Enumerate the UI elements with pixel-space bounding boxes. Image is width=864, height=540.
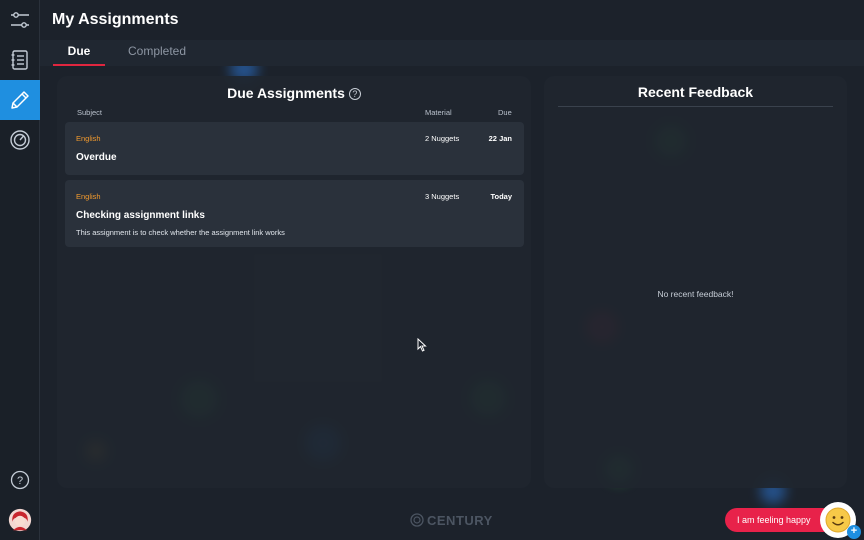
assignment-subject: English [76, 192, 101, 201]
pencil-icon [11, 91, 29, 109]
due-assignments-heading: Due Assignments [227, 85, 345, 101]
assignment-card[interactable]: English 2 Nuggets 22 Jan Overdue [65, 122, 524, 175]
century-logo: CENTURY [409, 513, 493, 528]
tab-completed[interactable]: Completed [122, 44, 192, 66]
due-assignments-panel: Due Assignments? Subject Material Due En… [57, 76, 531, 488]
footer: CENTURY I am feeling happy + [40, 500, 864, 540]
tab-bar: Due Completed [40, 40, 864, 66]
plus-icon[interactable]: + [847, 525, 861, 539]
century-brand-text: CENTURY [427, 513, 493, 528]
century-logo-icon [410, 513, 424, 527]
sidebar-item-assignments[interactable] [0, 80, 40, 120]
assignment-description: This assignment is to check whether the … [76, 228, 285, 237]
avatar-icon [8, 508, 32, 532]
recent-feedback-title: Recent Feedback [637, 84, 754, 100]
assignment-card[interactable]: English 3 Nuggets Today Checking assignm… [65, 180, 524, 247]
tab-due[interactable]: Due [53, 44, 105, 66]
gauge-icon [10, 130, 30, 150]
assignment-due-date: Today [490, 192, 512, 201]
sidebar-item-settings[interactable] [0, 0, 40, 40]
due-assignments-title: Due Assignments? [57, 85, 531, 101]
question-circle-icon: ? [10, 470, 30, 490]
header: My Assignments [40, 0, 864, 40]
sidebar-item-notebook[interactable] [0, 40, 40, 80]
mouse-cursor-icon [417, 338, 427, 352]
column-header-material: Material [425, 108, 452, 117]
avatar[interactable] [0, 500, 40, 540]
sliders-icon [11, 12, 29, 28]
mood-button[interactable]: I am feeling happy [725, 508, 835, 532]
notebook-icon [11, 50, 28, 70]
svg-text:?: ? [17, 475, 23, 487]
help-button[interactable]: ? [0, 460, 40, 500]
divider [558, 106, 833, 107]
info-icon[interactable]: ? [348, 88, 361, 100]
assignment-subject: English [76, 134, 101, 143]
sidebar-item-dashboard[interactable] [0, 120, 40, 160]
assignment-due-date: 22 Jan [488, 134, 512, 143]
assignment-name: Checking assignment links [76, 210, 205, 221]
assignment-name: Overdue [76, 152, 117, 163]
column-header-due: Due [498, 108, 512, 117]
assignment-material: 2 Nuggets [425, 134, 460, 143]
assignment-material: 3 Nuggets [425, 192, 460, 201]
empty-feedback-message: No recent feedback! [657, 289, 734, 299]
recent-feedback-panel: Recent Feedback No recent feedback! [544, 76, 847, 488]
sidebar: ? [0, 0, 40, 540]
page-title: My Assignments [52, 11, 179, 28]
column-header-subject: Subject [77, 108, 103, 117]
